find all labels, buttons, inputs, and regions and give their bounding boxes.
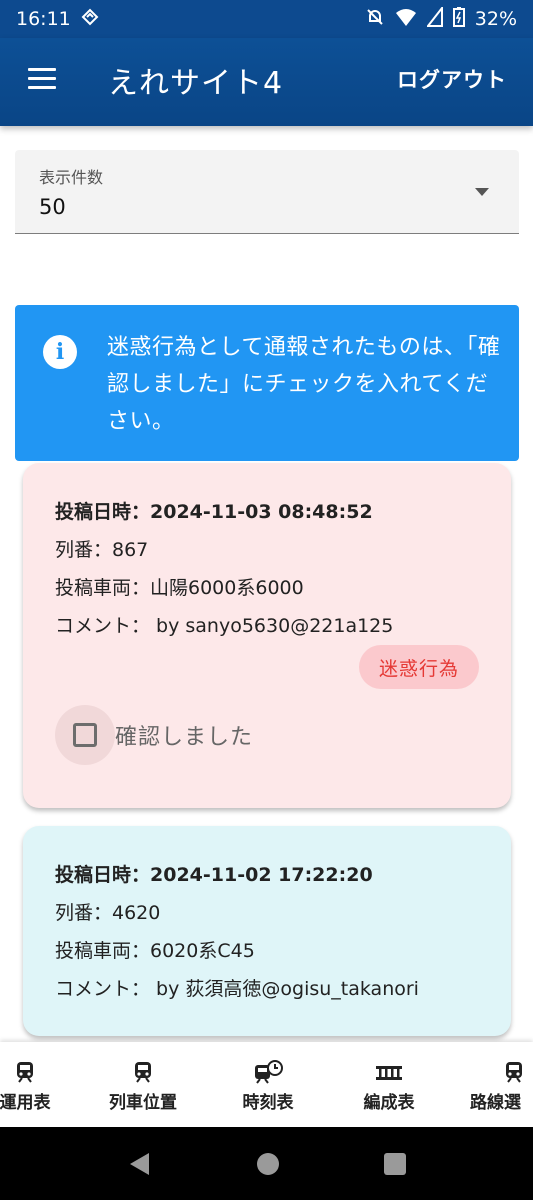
train-icon (135, 1062, 151, 1083)
nav-item-formation-table[interactable]: 編成表 (343, 1042, 435, 1127)
post-comment: コメント： by sanyo5630@221a125 (55, 615, 394, 637)
signal-icon (425, 4, 443, 32)
post-vehicle: 投稿車両：山陽6000系6000 (55, 577, 304, 599)
post-train-number: 列番：867 (55, 539, 149, 561)
display-count-label: 表示件数 (39, 168, 104, 187)
menu-icon[interactable] (28, 68, 56, 90)
confirm-checkbox[interactable] (55, 705, 115, 765)
system-navigation-bar (0, 1127, 533, 1200)
info-icon: i (43, 335, 77, 369)
logout-button[interactable]: ログアウト (397, 64, 507, 94)
train-clock-icon (255, 1060, 283, 1084)
nav-label: 路線選 (470, 1093, 521, 1113)
nav-item-train-position[interactable]: 列車位置 (93, 1042, 193, 1127)
post-card: 投稿日時：2024-11-02 17:22:20 列番：4620 投稿車両：60… (23, 826, 511, 1036)
nav-item-route-select[interactable]: 路線選 (470, 1042, 533, 1127)
train-icon (17, 1062, 33, 1083)
back-icon[interactable] (130, 1153, 149, 1175)
nav-item-timetable[interactable]: 時刻表 (222, 1042, 314, 1127)
report-badge: 迷惑行為 (358, 645, 479, 689)
bottom-navigation: 運用表 列車位置 時刻表 編成表 路線選 (0, 1042, 533, 1127)
post-vehicle: 投稿車両：6020系C45 (55, 940, 255, 962)
app-bar: えれサイト4 ログアウト (0, 38, 533, 126)
post-card-reported: 投稿日時：2024-11-03 08:48:52 列番：867 投稿車両：山陽6… (23, 463, 511, 808)
battery-icon (452, 6, 465, 32)
recent-apps-icon[interactable] (384, 1153, 406, 1175)
checkbox-icon[interactable] (73, 723, 97, 747)
post-comment: コメント： by 荻須高徳@ogisu_takanori (55, 978, 419, 1000)
railway-icon (376, 1066, 402, 1080)
mute-icon (365, 7, 385, 32)
home-icon[interactable] (257, 1153, 279, 1175)
alert-text: 迷惑行為として通報されたものは、「確認しました」にチェックを入れてください。 (107, 335, 501, 434)
nav-label: 列車位置 (109, 1093, 177, 1113)
post-datetime: 投稿日時：2024-11-02 17:22:20 (55, 864, 373, 886)
post-train-number: 列番：4620 (55, 902, 161, 924)
display-count-value: 50 (39, 195, 66, 219)
train-icon (506, 1062, 522, 1083)
confirm-label[interactable]: 確認しました (115, 719, 253, 751)
nav-label: 編成表 (363, 1093, 415, 1113)
post-datetime: 投稿日時：2024-11-03 08:48:52 (55, 501, 373, 523)
nav-item-operation-table[interactable]: 運用表 (0, 1042, 70, 1127)
info-alert: i 迷惑行為として通報されたものは、「確認しました」にチェックを入れてください。 (15, 305, 519, 461)
status-time: 16:11 (16, 8, 71, 30)
sync-icon (79, 6, 101, 33)
battery-percent: 32% (474, 8, 517, 30)
nav-label: 運用表 (0, 1093, 51, 1113)
status-bar: 16:11 32% (0, 0, 533, 38)
dropdown-arrow-icon[interactable] (475, 188, 489, 196)
wifi-icon (395, 7, 417, 32)
nav-label: 時刻表 (242, 1093, 294, 1113)
display-count-select[interactable]: 表示件数 50 (15, 150, 519, 234)
app-title: えれサイト4 (108, 66, 284, 101)
